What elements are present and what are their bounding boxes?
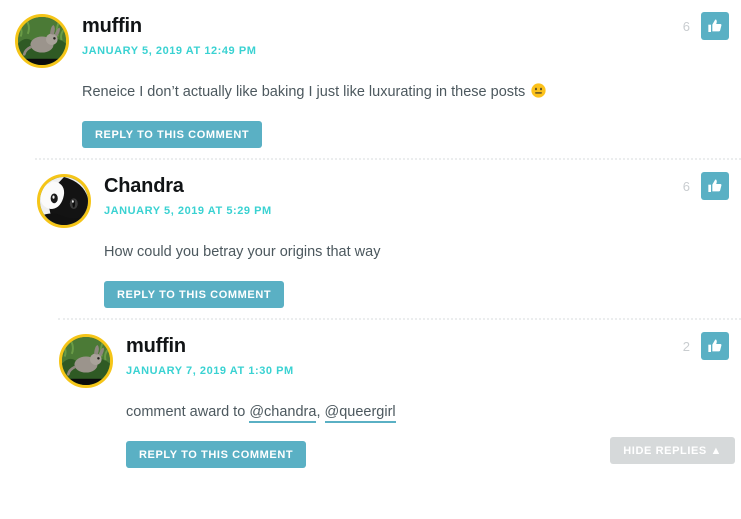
reply-row: Reply to this comment [82, 121, 741, 149]
thumbs-up-icon[interactable] [701, 12, 729, 40]
comment-author-block: muffin January 7, 2019 at 1:30 pm [126, 332, 741, 377]
reply-to-comment-button[interactable]: Reply to this comment [126, 441, 307, 469]
comment-thread: muffin January 5, 2019 at 12:49 pm 6 Ren… [0, 0, 741, 478]
vote-count: 6 [682, 178, 690, 194]
comment-timestamp[interactable]: January 5, 2019 at 5:29 pm [104, 205, 741, 217]
comment-content: muffin January 7, 2019 at 1:30 pm 2 comm… [44, 320, 741, 478]
vote-area: 2 [682, 332, 729, 361]
comment-timestamp[interactable]: January 5, 2019 at 12:49 pm [82, 45, 741, 57]
comment-author-block: muffin January 5, 2019 at 12:49 pm [82, 12, 741, 57]
hide-replies-wrap: Hide replies ▲ [610, 437, 735, 465]
reply-row: Reply to this comment [104, 281, 741, 309]
comment-item: Chandra January 5, 2019 at 5:29 pm 6 How… [0, 160, 741, 318]
reply-to-comment-button[interactable]: Reply to this comment [104, 281, 285, 309]
mention-separator: , [316, 404, 325, 421]
mention-link[interactable]: @chandra [249, 404, 317, 424]
tuxedo-cat-avatar[interactable] [37, 174, 91, 229]
reply-to-comment-button[interactable]: Reply to this comment [82, 121, 263, 149]
thumbs-up-icon[interactable] [701, 172, 729, 201]
comment-author-name[interactable]: muffin [82, 15, 741, 37]
comment-header: muffin January 5, 2019 at 12:49 pm [0, 12, 741, 68]
mention-link[interactable]: @queergirl [324, 404, 396, 424]
comment-body: How could you betray your origins that w… [104, 242, 741, 263]
hide-replies-button[interactable]: Hide replies ▲ [610, 437, 735, 465]
slightly-smiling-face-emoji [531, 83, 546, 98]
rabbit-avatar[interactable] [15, 14, 69, 68]
comment-header: Chandra January 5, 2019 at 5:29 pm [22, 172, 741, 229]
comment-body-text: How could you betray your origins that w… [104, 244, 381, 261]
comment-author-block: Chandra January 5, 2019 at 5:29 pm [104, 172, 741, 217]
vote-count: 6 [682, 18, 690, 34]
comment-content: muffin January 5, 2019 at 12:49 pm 6 Ren… [0, 0, 741, 158]
comment-item: muffin January 7, 2019 at 1:30 pm 2 comm… [0, 320, 741, 478]
vote-count: 2 [682, 338, 690, 354]
thumbs-up-icon[interactable] [701, 332, 729, 361]
comment-item: muffin January 5, 2019 at 12:49 pm 6 Ren… [0, 0, 741, 158]
rabbit-avatar[interactable] [59, 334, 113, 389]
comment-content: Chandra January 5, 2019 at 5:29 pm 6 How… [22, 160, 741, 318]
comment-body: Reneice I don’t actually like baking I j… [82, 82, 741, 103]
comment-body: comment award to @chandra, @queergirl [126, 402, 741, 424]
comment-body-text: Reneice I don’t actually like baking I j… [82, 84, 530, 100]
comment-timestamp[interactable]: January 7, 2019 at 1:30 pm [126, 365, 741, 377]
vote-area: 6 [683, 12, 729, 40]
comment-header: muffin January 7, 2019 at 1:30 pm [44, 332, 741, 389]
comment-author-name[interactable]: muffin [126, 335, 741, 357]
comment-body-text: comment award to [126, 404, 250, 421]
vote-area: 6 [682, 172, 729, 201]
comment-author-name[interactable]: Chandra [104, 175, 741, 197]
